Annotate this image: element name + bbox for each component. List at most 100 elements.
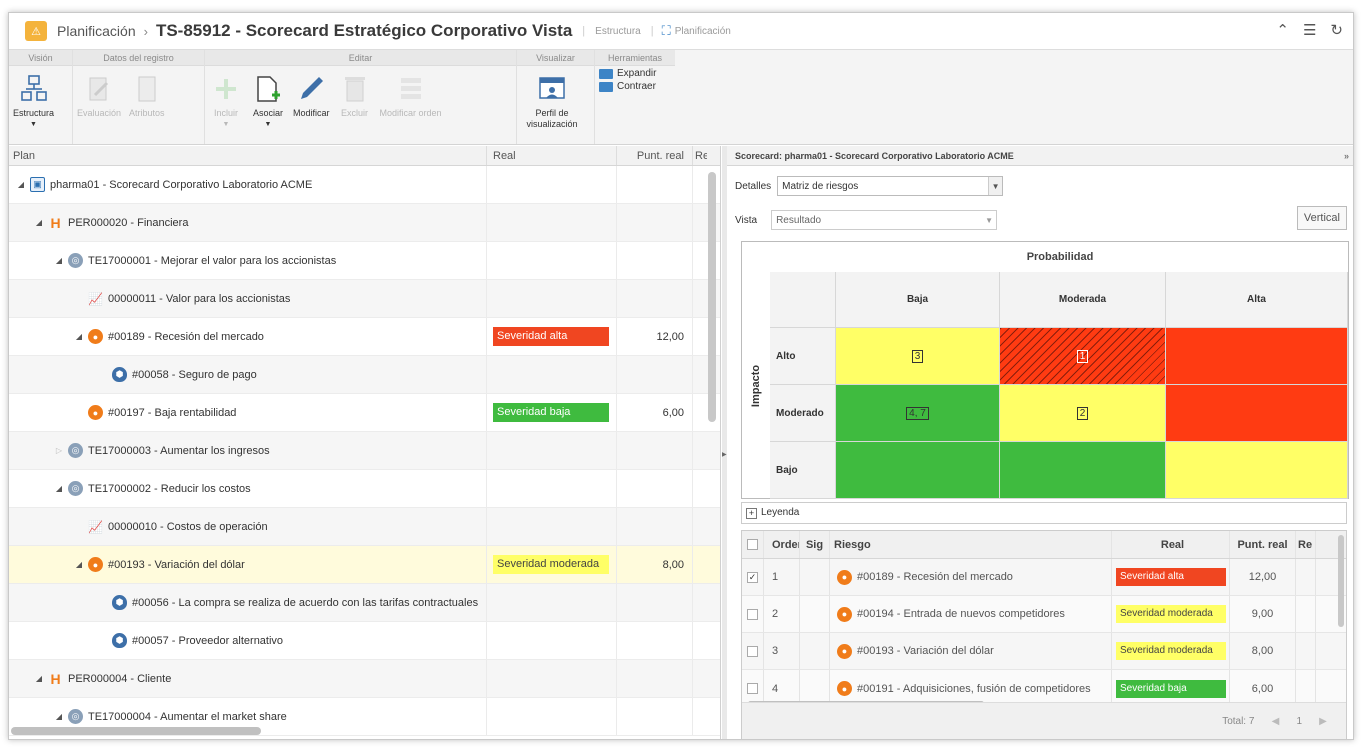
tree-row[interactable]: 📈 00000010 - Costos de operación xyxy=(9,508,720,546)
asociar-button[interactable]: Asociar ▼ xyxy=(247,72,289,128)
collapse-arrow-icon[interactable]: ◢ xyxy=(53,484,65,493)
refresh-icon[interactable]: ↻ xyxy=(1330,21,1343,39)
evaluacion-button[interactable]: Evaluación xyxy=(73,72,125,119)
breadcrumb-separator: › xyxy=(143,23,148,39)
cell-risk-ids[interactable]: 1 xyxy=(1076,349,1089,363)
list-icon[interactable]: ☰ xyxy=(1303,21,1316,39)
detalles-label: Detalles xyxy=(735,180,772,192)
detalles-select[interactable]: Matriz de riesgos ▼ xyxy=(777,176,1004,196)
collapse-up-icon[interactable]: ⌃ xyxy=(1276,21,1289,39)
horizontal-scrollbar[interactable] xyxy=(11,727,261,735)
breadcrumb-planificacion[interactable]: Planificación xyxy=(57,23,136,39)
row-checkbox[interactable] xyxy=(747,683,758,694)
row-label: #00056 - La compra se realiza de acuerdo… xyxy=(132,596,479,609)
matrix-cell[interactable] xyxy=(1166,385,1348,442)
vista-select[interactable]: Resultado ▼ xyxy=(771,210,998,230)
tree-row[interactable]: ◢ H PER000004 - Cliente xyxy=(9,660,720,698)
collapse-arrow-icon[interactable]: ◢ xyxy=(73,332,85,341)
modificar-label: Modificar xyxy=(293,108,330,118)
contraer-button[interactable]: Contraer xyxy=(599,81,671,92)
prev-page-icon[interactable]: ◀ xyxy=(1266,716,1284,727)
table-row[interactable]: 3 ● #00193 - Variación del dólar Severida… xyxy=(742,633,1346,670)
tree-row[interactable]: ◢ ▣ pharma01 - Scorecard Corporativo Labor… xyxy=(9,166,720,204)
vertical-button[interactable]: Vertical xyxy=(1296,206,1347,230)
next-page-icon[interactable]: ▶ xyxy=(1314,716,1332,727)
tree-row[interactable]: ▷ ◎ TE17000003 - Aumentar los ingresos xyxy=(9,432,720,470)
matrix-cell-selected[interactable]: 1 xyxy=(1000,328,1166,385)
matrix-cell[interactable]: 4, 7 xyxy=(836,385,1000,442)
column-header-punt-real[interactable]: Punt. real xyxy=(1230,531,1296,558)
excluir-label: Excluir xyxy=(341,108,369,118)
group-vision: Visión Estructura ▼ xyxy=(9,50,73,144)
group-title: Herramientas xyxy=(595,50,675,66)
tree-row[interactable]: ◢ ◎ TE17000001 - Mejorar el valor para los… xyxy=(9,242,720,280)
cell-score: 8,00 xyxy=(1230,633,1296,669)
matrix-cell[interactable] xyxy=(1000,442,1166,499)
collapse-panel-icon[interactable]: » xyxy=(1344,146,1349,166)
expand-arrow-icon[interactable]: ▷ xyxy=(53,446,65,455)
matrix-cell[interactable] xyxy=(836,442,1000,499)
estructura-button[interactable]: Estructura ▼ xyxy=(9,72,58,128)
column-header-real[interactable]: Real xyxy=(487,146,617,165)
column-header-res[interactable]: Res xyxy=(693,146,707,165)
tree-row[interactable]: ⬢ #00057 - Proveedor alternativo xyxy=(9,622,720,660)
structure-icon xyxy=(17,72,51,106)
column-header-riesgo[interactable]: Riesgo xyxy=(830,531,1112,558)
column-header-real[interactable]: Real xyxy=(1112,531,1230,558)
excluir-button[interactable]: Excluir xyxy=(334,72,376,119)
leyenda-toggle[interactable]: + Leyenda xyxy=(741,502,1347,524)
impacto-label: Impacto xyxy=(750,364,762,408)
incluir-button[interactable]: Incluir ▼ xyxy=(205,72,247,128)
matrix-cell[interactable] xyxy=(1166,442,1348,499)
row-label: #00189 - Recesión del mercado xyxy=(108,330,264,343)
link-estructura[interactable]: Estructura xyxy=(595,26,641,37)
tree-row[interactable]: ⬢ #00058 - Seguro de pago xyxy=(9,356,720,394)
column-header-orden[interactable]: Orden xyxy=(764,531,800,558)
row-checkbox[interactable] xyxy=(747,645,758,657)
score-value: 8,00 xyxy=(617,546,693,583)
collapse-arrow-icon[interactable]: ◢ xyxy=(73,560,85,569)
cell-risk-ids[interactable]: 3 xyxy=(911,349,924,363)
vertical-scrollbar[interactable] xyxy=(1338,535,1344,627)
modificar-orden-button[interactable]: Modificar orden xyxy=(376,72,446,119)
column-header-sig[interactable]: Sig xyxy=(800,531,830,558)
column-header-re[interactable]: Re xyxy=(1296,531,1316,558)
row-checkbox-checked[interactable]: ✓ xyxy=(747,571,758,583)
collapse-arrow-icon[interactable]: ◢ xyxy=(15,180,27,189)
tree-row[interactable]: ◢ ◎ TE17000002 - Reducir los costos xyxy=(9,470,720,508)
tree-row[interactable]: ⬢ #00056 - La compra se realiza de acuerd… xyxy=(9,584,720,622)
cell-risk-ids[interactable]: 4, 7 xyxy=(906,406,929,420)
atributos-button[interactable]: Atributos xyxy=(125,72,169,119)
tree-row[interactable]: 📈 00000011 - Valor para los accionistas xyxy=(9,280,720,318)
matrix-col-header: Baja xyxy=(836,272,1000,328)
link-planificacion[interactable]: Planificación xyxy=(675,26,731,37)
collapse-arrow-icon[interactable]: ◢ xyxy=(33,674,45,683)
tree-row[interactable]: ● #00197 - Baja rentabilidad Severidad ba… xyxy=(9,394,720,432)
matrix-row-header: Bajo xyxy=(770,442,836,499)
reorder-icon xyxy=(394,72,428,106)
row-checkbox[interactable] xyxy=(747,608,758,620)
collapse-arrow-icon[interactable]: ◢ xyxy=(53,256,65,265)
cell-risk-ids[interactable]: 2 xyxy=(1076,406,1089,420)
modificar-button[interactable]: Modificar xyxy=(289,72,334,119)
matrix-cell[interactable] xyxy=(1166,328,1348,385)
cell-score: 9,00 xyxy=(1230,596,1296,632)
tree-row-selected[interactable]: ◢ ● #00193 - Variación del dólar Severidad… xyxy=(9,546,720,584)
vertical-scrollbar[interactable] xyxy=(708,172,716,422)
column-header-plan[interactable]: Plan xyxy=(9,146,487,165)
expandir-button[interactable]: Expandir xyxy=(599,68,671,79)
tree-row[interactable]: ◢ H PER000020 - Financiera xyxy=(9,204,720,242)
perfil-visualizacion-button[interactable]: Perfil de visualización xyxy=(517,72,587,130)
grid-header: Plan Real Punt. real Res xyxy=(9,146,720,166)
collapse-arrow-icon[interactable]: ◢ xyxy=(33,218,45,227)
collapse-arrow-icon[interactable]: ◢ xyxy=(53,712,65,721)
matrix-cell[interactable]: 3 xyxy=(836,328,1000,385)
control-shield-icon: ⬢ xyxy=(112,595,127,610)
select-all-checkbox[interactable] xyxy=(747,539,758,550)
matrix-cell[interactable]: 2 xyxy=(1000,385,1166,442)
column-header-punt-real[interactable]: Punt. real xyxy=(617,146,693,165)
splitter-arrow-icon[interactable]: ▶ xyxy=(722,451,727,458)
tree-row[interactable]: ◢ ● #00189 - Recesión del mercado Severida… xyxy=(9,318,720,356)
table-row[interactable]: 2 ● #00194 - Entrada de nuevos competidor… xyxy=(742,596,1346,633)
table-row[interactable]: ✓ 1 ● #00189 - Recesión del mercado Sever… xyxy=(742,559,1346,596)
